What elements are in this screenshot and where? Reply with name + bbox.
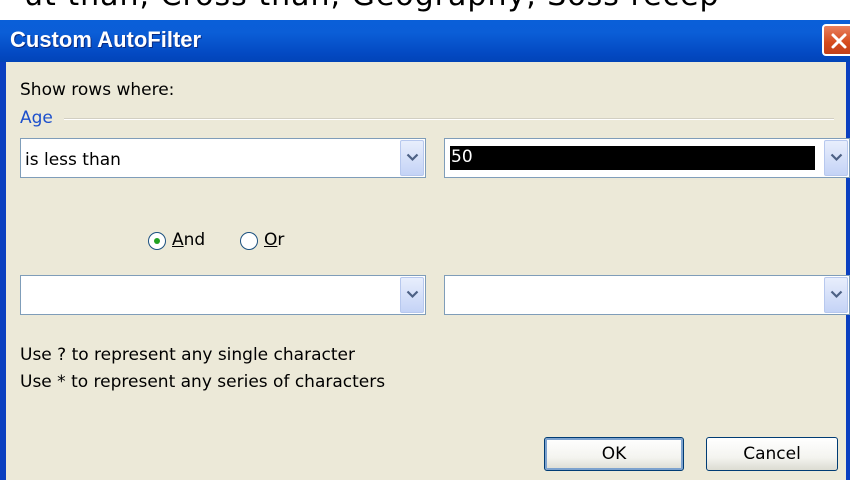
or-radio[interactable] [240, 232, 258, 250]
chevron-down-icon [406, 153, 419, 162]
group-divider [64, 118, 834, 120]
operator2-dropdown-button[interactable] [400, 277, 424, 313]
value1-selection-highlight [450, 146, 815, 170]
and-radio-label[interactable]: And [172, 230, 205, 250]
close-icon [831, 33, 847, 49]
value1-dropdown-button[interactable] [824, 140, 848, 176]
radio-selected-dot [154, 238, 160, 244]
operator1-value: is less than [25, 150, 121, 170]
operator2-combobox[interactable] [20, 275, 426, 315]
window-frame-left [0, 62, 6, 480]
chevron-down-icon [830, 290, 843, 299]
close-button[interactable] [822, 24, 850, 56]
background-app-text: ut than, Cross than, Geography, Soss rec… [24, 0, 720, 13]
hint-series-characters: Use * to represent any series of charact… [20, 372, 386, 392]
ok-button[interactable]: OK [544, 437, 684, 471]
operator1-dropdown-button[interactable] [400, 140, 424, 176]
or-radio-label[interactable]: Or [264, 230, 284, 250]
chevron-down-icon [830, 153, 843, 162]
and-radio[interactable] [148, 232, 166, 250]
operator1-combobox[interactable]: is less than [20, 138, 426, 178]
dialog-title: Custom AutoFilter [10, 27, 202, 52]
hint-single-character: Use ? to represent any single character [20, 345, 355, 365]
show-rows-label: Show rows where: [20, 80, 175, 100]
title-bar[interactable]: Custom AutoFilter [0, 20, 850, 62]
background-app-strip: ut than, Cross than, Geography, Soss rec… [0, 0, 850, 20]
cancel-button[interactable]: Cancel [706, 437, 838, 471]
chevron-down-icon [406, 290, 419, 299]
field-name-label: Age [20, 108, 53, 128]
window-frame-right [846, 62, 850, 480]
value1-combobox[interactable]: 50 [444, 138, 850, 178]
value2-combobox[interactable] [444, 275, 850, 315]
value2-dropdown-button[interactable] [824, 277, 848, 313]
value1-text[interactable]: 50 [451, 147, 473, 167]
